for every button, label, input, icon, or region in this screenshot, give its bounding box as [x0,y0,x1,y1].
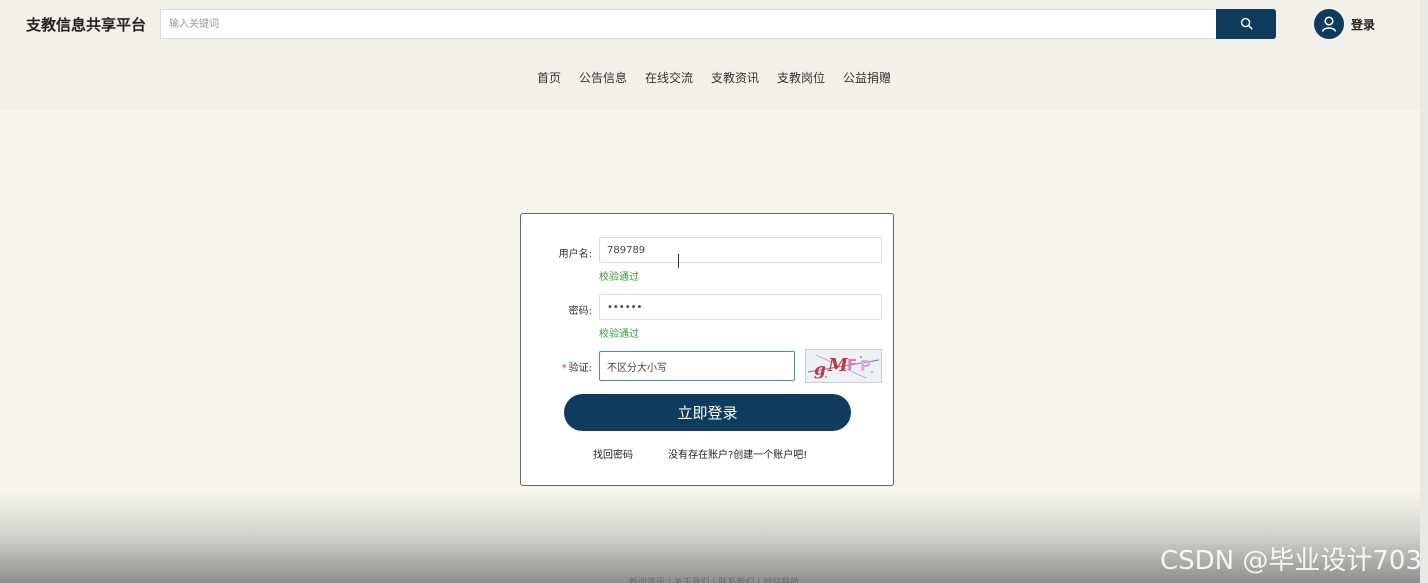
forgot-password-link[interactable]: 找回密码 [593,446,633,461]
watermark: CSDN @毕业设计703 [1160,546,1423,576]
password-status: 校验通过 [599,329,639,340]
nav-item-positions[interactable]: 支教岗位 [777,69,825,86]
svg-text:M: M [827,355,849,376]
password-field[interactable] [599,294,882,320]
captcha-label-text: 验证: [568,363,592,374]
login-submit-button[interactable]: 立即登录 [564,394,851,431]
svg-text:g: g [814,360,826,380]
svg-text:P: P [860,357,871,375]
user-login[interactable]: 登录 [1314,9,1375,39]
scrollbar[interactable] [1420,0,1428,583]
required-mark: * [561,363,567,374]
search-icon [1240,15,1253,34]
search-button[interactable] [1216,9,1276,39]
nav-item-donations[interactable]: 公益捐赠 [843,69,891,86]
site-logo[interactable]: 支教信息共享平台 [26,14,146,35]
nav-item-announcements[interactable]: 公告信息 [579,69,627,86]
captcha-image[interactable]: g M F P [805,349,882,383]
username-label: 用户名: [558,249,592,260]
nav-item-home[interactable]: 首页 [537,69,561,86]
login-form: 用户名: 校验通过 密码: 校验通过 *验证: g M F P 立即登录 找回密… [520,213,894,486]
username-field[interactable] [599,237,882,263]
password-label: 密码: [568,306,592,317]
username-status: 校验通过 [599,272,639,283]
register-link[interactable]: 没有存在账户?创建一个账户吧! [668,446,807,461]
main-nav: 首页 公告信息 在线交流 支教资讯 支教岗位 公益捐赠 [0,69,1428,86]
nav-item-online-chat[interactable]: 在线交流 [645,69,693,86]
captcha-field[interactable] [599,351,795,381]
search-input[interactable] [160,9,1217,39]
captcha-label: * 验证: [562,359,592,374]
svg-text:F: F [847,356,857,374]
text-cursor [678,254,679,268]
nav-item-news[interactable]: 支教资讯 [711,69,759,86]
login-link[interactable]: 登录 [1351,16,1375,33]
user-avatar-icon [1314,9,1344,39]
header: 支教信息共享平台 登录 首页 公告信息 在线交流 支教资讯 支教岗位 公益捐赠 [0,0,1428,110]
